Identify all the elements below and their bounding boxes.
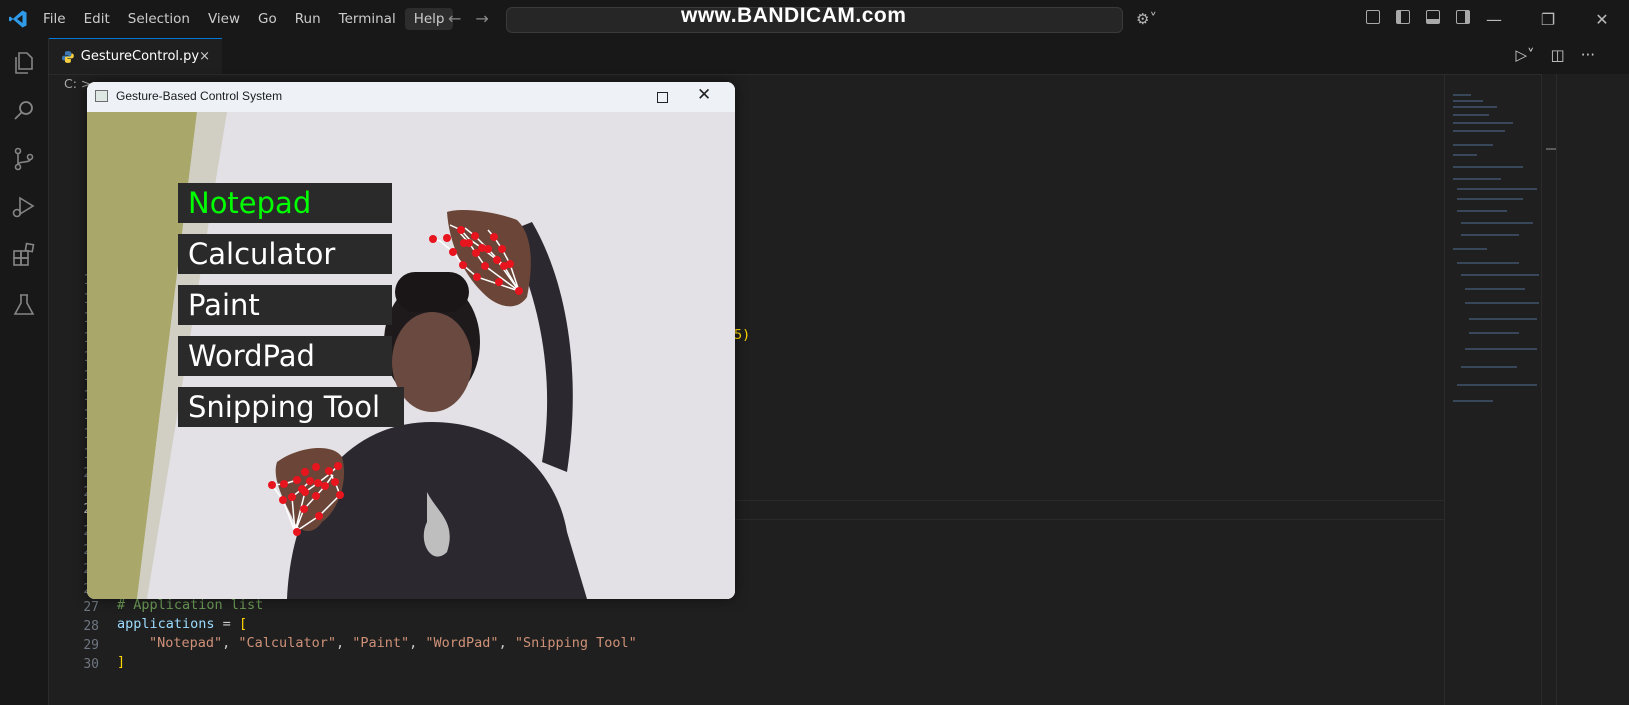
split-editor-icon[interactable]: ◫ — [1551, 46, 1565, 64]
bracket-token: [ — [238, 616, 248, 632]
tab-gesturecontrol[interactable]: GestureControl.py × — [49, 38, 222, 74]
scroll-marker — [1546, 148, 1556, 150]
menu-run[interactable]: Run — [286, 8, 330, 30]
copilot-icon[interactable]: ⚙︎˅ — [1136, 10, 1157, 28]
line-number: 27 — [83, 600, 99, 615]
popup-close-icon[interactable]: ✕ — [697, 85, 711, 105]
window-app-icon — [95, 90, 108, 102]
menu-selection[interactable]: Selection — [119, 8, 199, 30]
close-icon[interactable]: ✕ — [1575, 0, 1629, 38]
recording-watermark: www.BANDICAM.com — [681, 4, 907, 27]
popup-title: Gesture-Based Control System — [116, 89, 283, 103]
string-token: "Notepad" — [149, 635, 223, 651]
toggle-panel-icon[interactable] — [1426, 10, 1440, 24]
tab-close-icon[interactable]: × — [199, 49, 210, 64]
gesture-control-window[interactable]: Gesture-Based Control System ✕ Notepad C… — [87, 82, 735, 599]
layout-controls — [1366, 10, 1470, 24]
app-option-label: Calculator — [188, 237, 336, 271]
extensions-icon[interactable] — [11, 242, 37, 268]
camera-feed: Notepad Calculator Paint WordPad Snippin… — [87, 112, 735, 599]
app-option-label: Notepad — [188, 186, 312, 220]
search-icon[interactable] — [11, 98, 37, 124]
editor-tab-bar: GestureControl.py × — [49, 38, 1629, 75]
play-icon[interactable]: ▷˅ — [1515, 46, 1534, 64]
code-line-27[interactable]: # Application list — [117, 597, 263, 613]
editor-actions: ▷˅ ◫ ··· — [1515, 46, 1595, 64]
string-token: "Paint" — [352, 635, 410, 651]
variable-token: applications — [117, 616, 215, 632]
popup-title-bar[interactable]: Gesture-Based Control System ✕ — [87, 82, 735, 112]
operator-token: = — [214, 616, 239, 632]
menu-terminal[interactable]: Terminal — [330, 8, 405, 30]
activity-bar — [0, 38, 49, 705]
app-option-notepad[interactable]: Notepad — [178, 183, 392, 223]
minimap[interactable] — [1444, 74, 1541, 705]
maximize-icon[interactable] — [647, 86, 677, 108]
line-number: 30 — [83, 657, 99, 672]
menu-bar: File Edit Selection View Go Run Terminal… — [34, 0, 454, 38]
string-token: "WordPad" — [425, 635, 499, 651]
app-option-calculator[interactable]: Calculator — [178, 234, 392, 274]
title-bar: File Edit Selection View Go Run Terminal… — [0, 0, 1629, 38]
restore-icon[interactable]: ❐ — [1521, 0, 1575, 38]
more-actions-icon[interactable]: ··· — [1581, 46, 1595, 64]
run-debug-icon[interactable] — [11, 194, 37, 220]
forward-arrow-icon[interactable]: → — [475, 9, 488, 28]
string-token: "Calculator" — [238, 635, 336, 651]
app-option-label: Paint — [188, 288, 260, 322]
code-line-30[interactable]: ] — [117, 654, 125, 670]
app-option-wordpad[interactable]: WordPad — [178, 336, 392, 376]
line-number: 29 — [83, 638, 99, 653]
window-controls: — ❐ ✕ — [1467, 0, 1629, 38]
line-number: 28 — [83, 619, 99, 634]
vscode-logo-icon[interactable] — [8, 9, 28, 29]
menu-go[interactable]: Go — [249, 8, 286, 30]
app-option-snipping-tool[interactable]: Snipping Tool — [178, 387, 404, 427]
back-arrow-icon[interactable]: ← — [448, 9, 461, 28]
toggle-primary-sidebar-icon[interactable] — [1396, 10, 1410, 24]
files-icon[interactable] — [11, 50, 37, 76]
menu-file[interactable]: File — [34, 8, 75, 30]
menu-help[interactable]: Help — [404, 8, 454, 30]
code-line-29[interactable]: "Notepad", "Calculator", "Paint", "WordP… — [149, 635, 637, 651]
string-token: "Snipping Tool" — [514, 635, 637, 651]
vertical-scrollbar[interactable] — [1541, 74, 1556, 705]
app-option-label: Snipping Tool — [188, 390, 381, 424]
app-option-label: WordPad — [188, 339, 315, 373]
source-control-icon[interactable] — [11, 146, 37, 172]
app-option-paint[interactable]: Paint — [178, 285, 392, 325]
tab-label: GestureControl.py — [80, 49, 200, 64]
navigation-arrows: ← → — [448, 9, 489, 28]
menu-view[interactable]: View — [199, 8, 249, 30]
code-fragment: 5) — [734, 327, 751, 343]
secondary-side-area — [1556, 74, 1629, 705]
minimize-icon[interactable]: — — [1467, 0, 1521, 38]
python-icon — [61, 50, 74, 63]
code-line-28[interactable]: applications = [ — [117, 616, 247, 632]
testing-icon[interactable] — [11, 292, 37, 318]
customize-layout-icon[interactable] — [1366, 10, 1380, 24]
menu-edit[interactable]: Edit — [75, 8, 119, 30]
